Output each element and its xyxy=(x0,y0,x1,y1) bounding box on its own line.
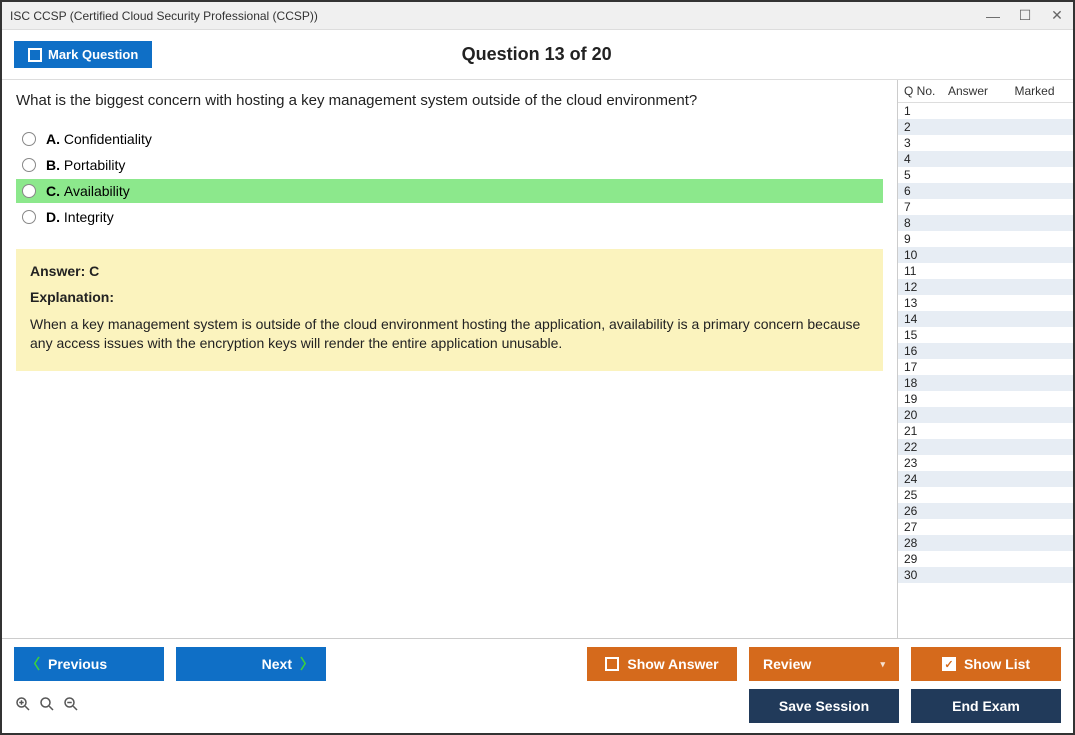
next-label: Next xyxy=(262,656,292,672)
question-list[interactable]: 1234567891011121314151617181920212223242… xyxy=(898,103,1073,638)
radio-icon[interactable] xyxy=(22,158,36,172)
list-item[interactable]: 4 xyxy=(898,151,1073,167)
review-label: Review xyxy=(763,656,811,672)
end-exam-button[interactable]: End Exam xyxy=(911,689,1061,723)
choice-label: C. Availability xyxy=(46,183,130,199)
choices-list: A. Confidentiality B. Portability C. Avail… xyxy=(16,127,883,229)
choice-a[interactable]: A. Confidentiality xyxy=(16,127,883,151)
minimize-icon[interactable]: — xyxy=(985,8,1001,24)
choice-label: A. Confidentiality xyxy=(46,131,152,147)
close-icon[interactable]: ✕ xyxy=(1049,7,1065,24)
chevron-down-icon: ▾ xyxy=(880,659,885,670)
list-item[interactable]: 2 xyxy=(898,119,1073,135)
list-item[interactable]: 30 xyxy=(898,567,1073,583)
col-marked: Marked xyxy=(1002,84,1067,98)
list-item[interactable]: 21 xyxy=(898,423,1073,439)
list-item[interactable]: 3 xyxy=(898,135,1073,151)
save-session-button[interactable]: Save Session xyxy=(749,689,899,723)
list-item[interactable]: 19 xyxy=(898,391,1073,407)
list-item[interactable]: 29 xyxy=(898,551,1073,567)
zoom-in-icon[interactable] xyxy=(38,695,56,718)
checkbox-icon xyxy=(28,48,42,62)
show-list-label: Show List xyxy=(964,656,1030,672)
radio-icon[interactable] xyxy=(22,184,36,198)
choice-d[interactable]: D. Integrity xyxy=(16,205,883,229)
question-counter: Question 13 of 20 xyxy=(152,44,921,65)
checkbox-checked-icon: ✓ xyxy=(942,657,956,671)
list-item[interactable]: 23 xyxy=(898,455,1073,471)
list-item[interactable]: 13 xyxy=(898,295,1073,311)
window-title: ISC CCSP (Certified Cloud Security Profe… xyxy=(10,9,318,23)
col-answer: Answer xyxy=(948,84,1002,98)
list-item[interactable]: 14 xyxy=(898,311,1073,327)
mark-question-label: Mark Question xyxy=(48,47,138,62)
list-item[interactable]: 26 xyxy=(898,503,1073,519)
list-item[interactable]: 24 xyxy=(898,471,1073,487)
maximize-icon[interactable]: ☐ xyxy=(1017,7,1033,24)
previous-label: Previous xyxy=(48,656,107,672)
list-item[interactable]: 10 xyxy=(898,247,1073,263)
mark-question-button[interactable]: Mark Question xyxy=(14,41,152,68)
list-item[interactable]: 8 xyxy=(898,215,1073,231)
question-list-panel: Q No. Answer Marked 12345678910111213141… xyxy=(897,80,1073,638)
previous-button[interactable]: 〈 Previous xyxy=(14,647,164,681)
question-list-header: Q No. Answer Marked xyxy=(898,80,1073,103)
checkbox-icon xyxy=(605,657,619,671)
app-window: ISC CCSP (Certified Cloud Security Profe… xyxy=(0,0,1075,735)
chevron-right-icon: 〉 xyxy=(300,654,314,674)
show-answer-button[interactable]: Show Answer xyxy=(587,647,737,681)
review-button[interactable]: Review ▾ xyxy=(749,647,899,681)
zoom-out-icon[interactable] xyxy=(62,695,80,718)
list-item[interactable]: 6 xyxy=(898,183,1073,199)
save-session-label: Save Session xyxy=(779,698,869,714)
list-item[interactable]: 18 xyxy=(898,375,1073,391)
question-header: Mark Question Question 13 of 20 xyxy=(2,30,1073,80)
answer-line: Answer: C xyxy=(30,263,869,279)
list-item[interactable]: 15 xyxy=(898,327,1073,343)
explanation-text: When a key management system is outside … xyxy=(30,315,869,353)
next-button[interactable]: Next 〉 xyxy=(176,647,326,681)
col-qno: Q No. xyxy=(904,84,948,98)
question-text: What is the biggest concern with hosting… xyxy=(16,92,883,109)
choice-label: B. Portability xyxy=(46,157,125,173)
list-item[interactable]: 25 xyxy=(898,487,1073,503)
choice-c[interactable]: C. Availability xyxy=(16,179,883,203)
body: What is the biggest concern with hosting… xyxy=(2,80,1073,638)
list-item[interactable]: 28 xyxy=(898,535,1073,551)
chevron-left-icon: 〈 xyxy=(26,654,40,674)
list-item[interactable]: 22 xyxy=(898,439,1073,455)
list-item[interactable]: 12 xyxy=(898,279,1073,295)
list-item[interactable]: 16 xyxy=(898,343,1073,359)
end-exam-label: End Exam xyxy=(952,698,1020,714)
show-answer-label: Show Answer xyxy=(627,656,718,672)
list-item[interactable]: 20 xyxy=(898,407,1073,423)
list-item[interactable]: 17 xyxy=(898,359,1073,375)
titlebar: ISC CCSP (Certified Cloud Security Profe… xyxy=(2,2,1073,30)
radio-icon[interactable] xyxy=(22,210,36,224)
window-controls: — ☐ ✕ xyxy=(985,7,1065,24)
show-list-button[interactable]: ✓ Show List xyxy=(911,647,1061,681)
list-item[interactable]: 27 xyxy=(898,519,1073,535)
list-item[interactable]: 9 xyxy=(898,231,1073,247)
radio-icon[interactable] xyxy=(22,132,36,146)
footer: 〈 Previous Next 〉 Show Answer Review ▾ ✓… xyxy=(2,638,1073,733)
zoom-controls xyxy=(14,695,80,718)
list-item[interactable]: 5 xyxy=(898,167,1073,183)
choice-b[interactable]: B. Portability xyxy=(16,153,883,177)
choice-label: D. Integrity xyxy=(46,209,114,225)
list-item[interactable]: 1 xyxy=(898,103,1073,119)
explanation-label: Explanation: xyxy=(30,289,869,305)
answer-box: Answer: C Explanation: When a key manage… xyxy=(16,249,883,371)
list-item[interactable]: 7 xyxy=(898,199,1073,215)
zoom-reset-icon[interactable] xyxy=(14,695,32,718)
question-pane: What is the biggest concern with hosting… xyxy=(2,80,897,638)
list-item[interactable]: 11 xyxy=(898,263,1073,279)
